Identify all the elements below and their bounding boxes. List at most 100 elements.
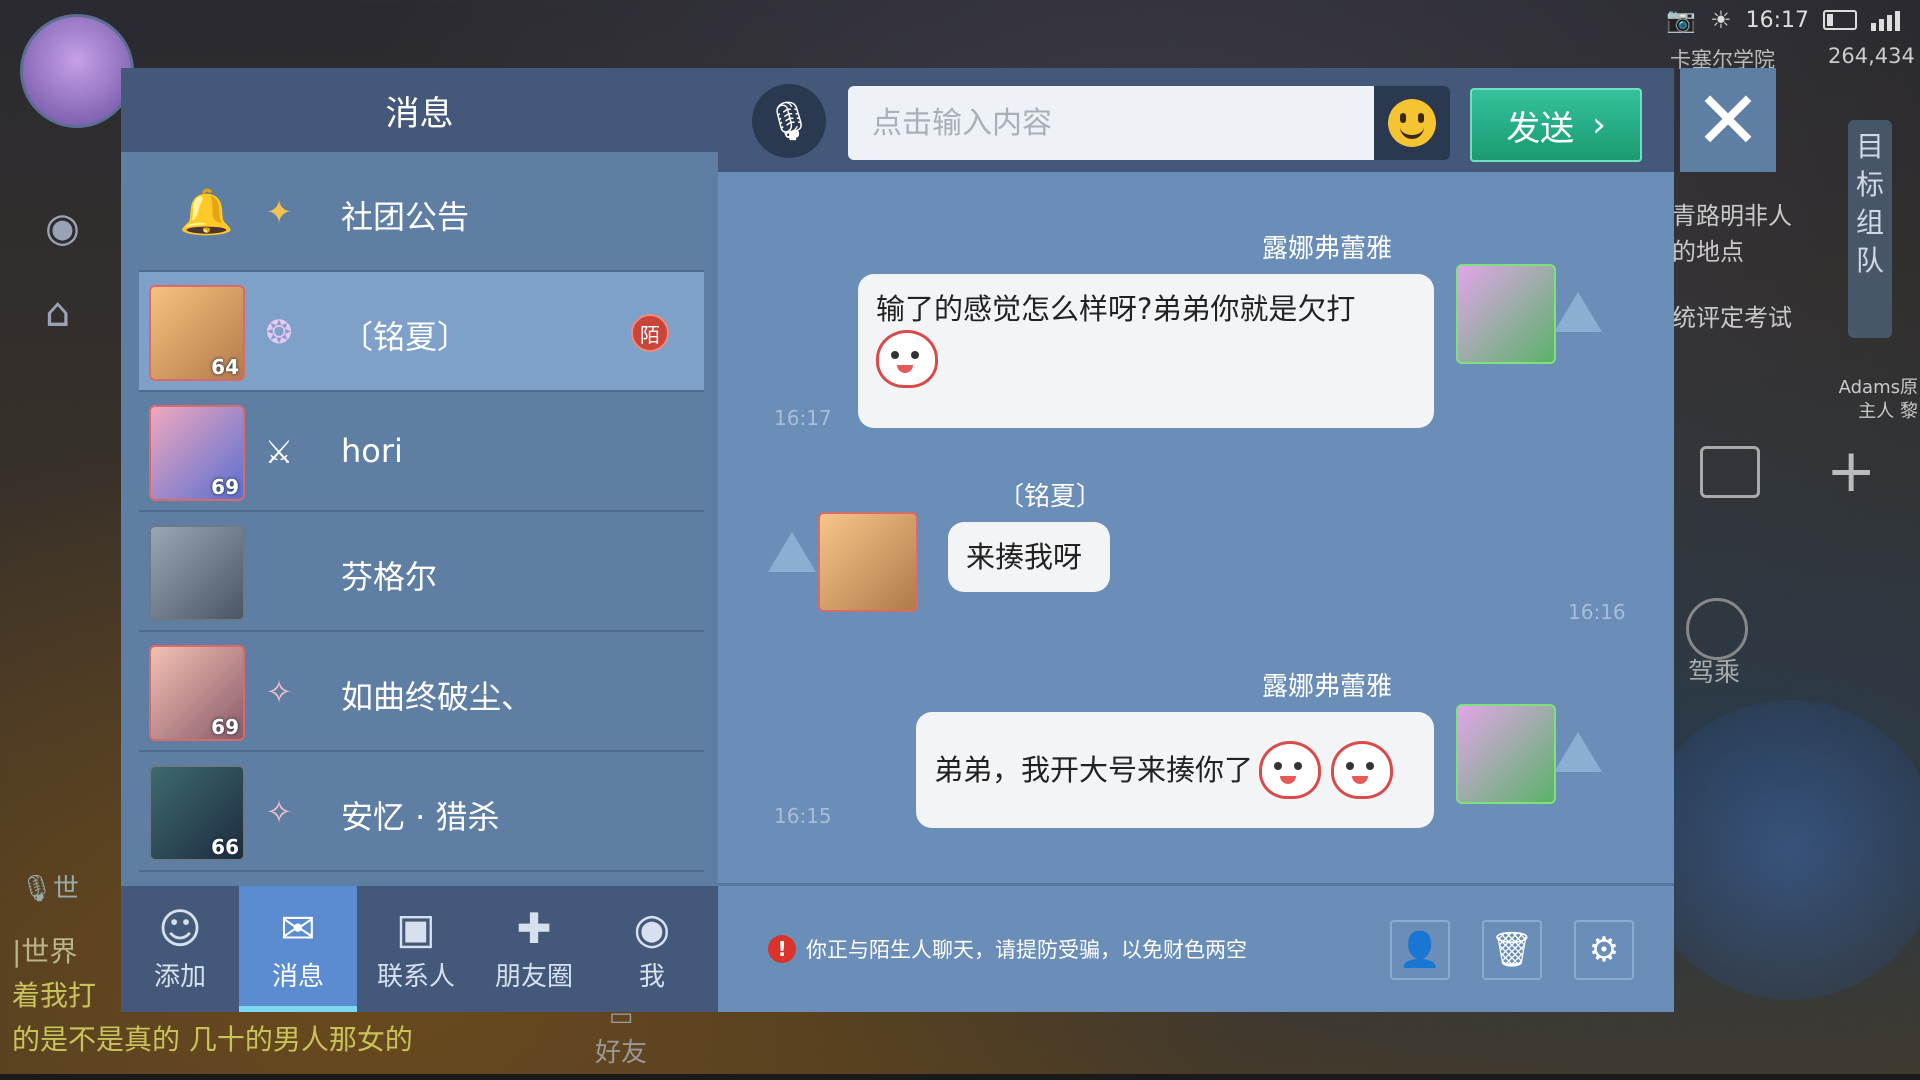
conversation-name: 芬格尔 [341, 558, 438, 596]
moments-icon: ✚ [516, 903, 552, 953]
emoji-button[interactable] [1374, 86, 1450, 160]
clock: 16:17 [1745, 7, 1809, 33]
conversation-item[interactable]: 69 ✧ 如曲终破尘、 [139, 632, 704, 752]
message-bubble: 输了的感觉怎么样呀?弟弟你就是欠打 [858, 274, 1434, 428]
steering-wheel-icon[interactable] [1686, 598, 1748, 660]
tab-label: 添加 [153, 961, 206, 992]
gear-icon: ⚙ [1588, 930, 1620, 970]
conversation-item[interactable]: 66 ✧ 安忆 · 猎杀 [139, 752, 704, 872]
bottom-tab-bar: ☺ 添加 ✉ 消息 ▣ 联系人 ✚ 朋友圈 ◉ 我 [121, 886, 718, 1012]
cat-sticker-icon [876, 330, 938, 388]
npc-label: Adams原 主人 黎 [1838, 377, 1918, 422]
sender-name: 露娜弗蕾雅 [1262, 234, 1393, 264]
world-voice-icon[interactable]: 🎙世 [20, 868, 79, 905]
trash-icon: 🗑 [1490, 930, 1534, 970]
avatar[interactable] [1456, 704, 1556, 804]
send-label: 发送 [1506, 108, 1575, 149]
conversation-list[interactable]: 🔔 ✦ 社团公告 64 ❂ 〔铭夏〕 陌 69 ⚔ hori 芬格尔 69 ✧ … [121, 152, 718, 872]
eye-icon[interactable]: ◉ [45, 205, 80, 251]
plus-icon[interactable]: + [1826, 436, 1876, 506]
guild-emblem-icon: ❂ [265, 313, 293, 351]
sender-name: 〔铭夏〕 [998, 482, 1103, 512]
target-team-panel[interactable]: 目标组队 [1848, 120, 1892, 338]
stranger-badge: 陌 [631, 314, 669, 352]
signal-icon [1871, 9, 1900, 31]
conversation-name: 安忆 · 猎杀 [341, 798, 500, 836]
chevron-right-icon: › [1592, 105, 1606, 145]
crossed-swords-icon: ⚔ [264, 433, 294, 471]
warning-text: 你正与陌生人聊天，请提防受骗，以免财色两空 [806, 938, 1247, 962]
club-emblem-icon: ✦ [265, 193, 293, 231]
conversation-item[interactable]: 69 ⚔ hori [139, 392, 704, 512]
microphone-icon[interactable]: 🎙 [752, 84, 826, 158]
conversation-item[interactable]: 64 ❂ 〔铭夏〕 陌 [139, 272, 704, 392]
message-time: 16:16 [1568, 600, 1626, 624]
message-icon: ✉ [280, 903, 316, 953]
message-text: 弟弟，我开大号来揍你了 [934, 753, 1254, 787]
world-chat-tag: |世界 [12, 935, 78, 968]
delete-button[interactable]: 🗑 [1482, 920, 1542, 980]
message-input[interactable] [848, 86, 1374, 160]
device-status-bar: 📷 ☀ 16:17 [1666, 6, 1900, 34]
conversation-item[interactable]: 芬格尔 [139, 512, 704, 632]
tab-messages[interactable]: ✉ 消息 [239, 886, 357, 1012]
settings-button[interactable]: ⚙ [1574, 920, 1634, 980]
tab-label: 我 [638, 961, 665, 992]
message-text: 来揍我呀 [966, 540, 1083, 574]
avatar[interactable]: 69 [149, 645, 245, 741]
camera-icon[interactable]: 📷 [1666, 6, 1696, 34]
message-area[interactable]: 露娜弗蕾雅 输了的感觉怎么样呀?弟弟你就是欠打 16:17 〔铭夏〕 来揍我呀 … [718, 172, 1674, 884]
tab-add[interactable]: ☺ 添加 [121, 886, 239, 1012]
cat-sticker-icon [1331, 741, 1394, 799]
avatar[interactable] [1456, 264, 1556, 364]
home-icon[interactable]: ⌂ [45, 290, 70, 336]
warning-icon: ! [768, 935, 796, 963]
profile-icon: ◉ [633, 903, 671, 953]
decor-triangle [1554, 292, 1602, 332]
avatar[interactable]: 69 [149, 405, 245, 501]
close-button[interactable]: ✕ [1680, 68, 1776, 172]
conversation-name: 〔铭夏〕 [341, 318, 470, 356]
send-button[interactable]: 发送 › [1470, 88, 1642, 162]
add-friend-button[interactable]: 👤 [1390, 920, 1450, 980]
chat-panel: 🎙 发送 › 露娜弗蕾雅 输了的感觉怎么样呀?弟弟你就是欠打 16:17 〔铭夏… [718, 68, 1674, 1012]
avatar[interactable] [149, 525, 245, 621]
server-number: 264,434 [1828, 44, 1915, 68]
bg-text: 的地点 [1672, 238, 1744, 266]
avatar[interactable] [818, 512, 918, 612]
bottom-strip [0, 1074, 1920, 1080]
decor-triangle [768, 532, 816, 572]
brightness-icon: ☀ [1710, 6, 1732, 34]
person-icon: 👤 [1398, 930, 1442, 970]
message-text: 输了的感觉怎么样呀?弟弟你就是欠打 [876, 292, 1356, 326]
conversation-name: 社团公告 [341, 198, 470, 236]
bag-icon[interactable] [1700, 446, 1760, 498]
avatar[interactable]: 64 [149, 285, 245, 381]
panel-title: 消息 [121, 68, 718, 152]
conversation-name: hori [341, 432, 403, 470]
conversation-name: 如曲终破尘、 [341, 678, 534, 716]
friends-button[interactable]: ▭ 好友 [595, 1002, 647, 1069]
tab-profile[interactable]: ◉ 我 [593, 886, 711, 1012]
friends-label: 好友 [595, 1038, 648, 1068]
tab-moments[interactable]: ✚ 朋友圈 [475, 886, 593, 1012]
avatar[interactable]: 66 [149, 765, 245, 861]
tab-label: 联系人 [376, 961, 455, 992]
level-label: 69 [211, 715, 239, 739]
conversation-club-notice[interactable]: 🔔 ✦ 社团公告 [139, 152, 704, 272]
steer-label: 驾乘 [1688, 658, 1741, 688]
wing-emblem-icon: ✧ [265, 793, 293, 831]
cat-sticker-icon [1259, 741, 1322, 799]
bell-icon: 🔔 [179, 187, 234, 238]
message-time: 16:17 [774, 406, 832, 430]
chat-input-bar: 🎙 发送 › [718, 68, 1674, 172]
player-avatar[interactable] [20, 14, 134, 128]
tab-contacts[interactable]: ▣ 联系人 [357, 886, 475, 1012]
close-icon: ✕ [1694, 73, 1762, 167]
world-chat-line: 的是不是真的 几十的男人那女的 [12, 1023, 413, 1056]
level-label: 64 [211, 355, 239, 379]
wing-emblem-icon: ✧ [265, 673, 293, 711]
skill-joystick[interactable] [1640, 700, 1920, 1000]
tab-label: 朋友圈 [494, 961, 573, 992]
sender-name: 露娜弗蕾雅 [1262, 672, 1393, 702]
